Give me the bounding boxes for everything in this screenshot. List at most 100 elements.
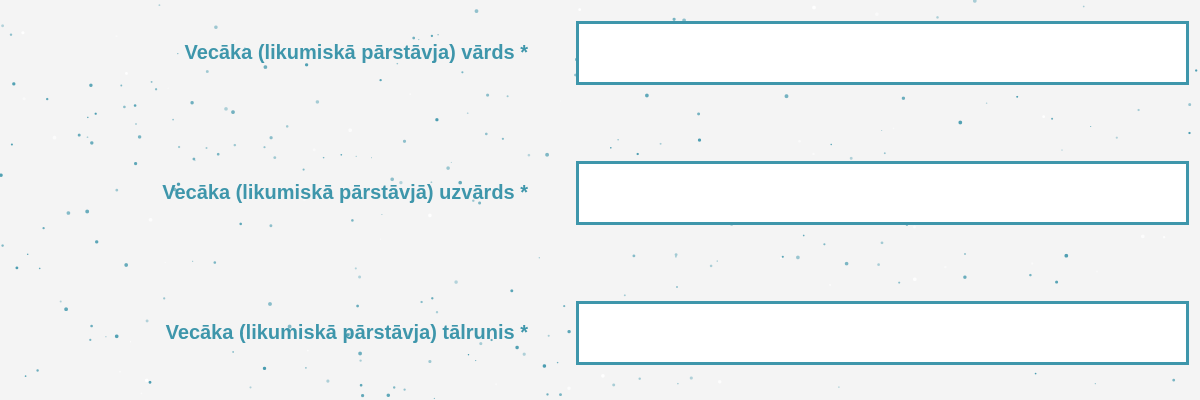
speckle-dot [42, 226, 45, 230]
speckle-dot [913, 225, 916, 229]
speckle-dot [154, 88, 158, 91]
speckle-dot [192, 157, 196, 161]
speckle-dot [849, 156, 853, 160]
speckle-dot [392, 386, 396, 389]
speckle-dot [358, 275, 362, 279]
speckle-dot [213, 261, 217, 264]
speckle-dot [784, 94, 789, 99]
speckle-dot [936, 16, 939, 19]
speckle-dot [1016, 95, 1019, 98]
speckle-dot [780, 257, 782, 259]
speckle-dot [1029, 273, 1032, 277]
speckle-dot [578, 8, 582, 11]
speckle-dot [495, 383, 498, 386]
speckle-dot [164, 261, 166, 264]
speckle-dot [881, 129, 883, 132]
speckle-dot [140, 392, 143, 395]
parent-last-name-input[interactable] [576, 161, 1189, 225]
speckle-dot [1137, 108, 1140, 112]
speckle-dot [898, 281, 901, 284]
speckle-dot [781, 255, 784, 258]
speckle-dot [466, 112, 469, 115]
speckle-dot [1188, 131, 1191, 135]
speckle-dot [1051, 117, 1054, 120]
speckle-dot [875, 12, 879, 16]
speckle-dot [205, 147, 208, 149]
speckle-dot [1034, 372, 1037, 375]
speckle-dot [610, 147, 612, 149]
speckle-dot [263, 146, 266, 149]
speckle-dot [177, 145, 181, 149]
speckle-dot [172, 118, 174, 121]
speckle-dot [659, 142, 662, 145]
speckle-dot [883, 152, 886, 155]
speckle-dot [964, 253, 966, 255]
speckle-dot [877, 263, 880, 266]
speckle-dot [1140, 234, 1145, 239]
speckle-dot [674, 253, 678, 257]
speckle-dot [361, 394, 365, 398]
parent-phone-input[interactable] [576, 301, 1189, 365]
speckle-dot [506, 95, 509, 98]
speckle-dot [190, 101, 194, 105]
speckle-dot [1061, 149, 1063, 151]
speckle-dot [601, 374, 605, 378]
speckle-dot [285, 125, 289, 128]
speckle-dot [1172, 378, 1176, 382]
speckle-dot [124, 263, 129, 267]
speckle-dot [812, 5, 816, 10]
speckle-dot [137, 135, 142, 139]
speckle-dot [812, 152, 815, 156]
speckle-dot [617, 139, 619, 141]
speckle-dot [304, 366, 307, 369]
speckle-dot [1090, 125, 1092, 128]
speckle-dot [409, 93, 411, 95]
speckle-dot [676, 286, 678, 288]
speckle-dot [273, 156, 277, 159]
speckle-dot [901, 96, 906, 100]
speckle-dot [636, 152, 639, 156]
speckle-dot [1115, 136, 1118, 139]
speckle-dot [838, 386, 840, 388]
parent-first-name-row: Vecāka (likumiskā pārstāvja) vārds * [0, 21, 1200, 85]
speckle-dot [1096, 270, 1098, 273]
speckle-dot [269, 136, 273, 140]
speckle-dot [340, 153, 343, 156]
speckle-dot [216, 152, 220, 156]
speckle-dot [486, 93, 490, 97]
speckle-dot [675, 255, 677, 258]
speckle-dot [135, 123, 137, 125]
speckle-dot [10, 143, 13, 146]
speckle-dot [52, 135, 57, 140]
speckle-dot [231, 110, 235, 114]
speckle-dot [119, 370, 121, 373]
speckle-dot [15, 266, 19, 270]
speckle-dot [431, 297, 434, 300]
speckle-dot [94, 112, 97, 115]
speckle-dot [1031, 262, 1034, 265]
speckle-dot [224, 107, 228, 111]
speckle-dot [985, 102, 988, 104]
speckle-dot [326, 379, 330, 383]
speckle-dot [144, 378, 149, 383]
speckle-dot [474, 9, 479, 13]
speckle-dot [312, 148, 316, 152]
speckle-dot [912, 277, 917, 282]
speckle-dot [1082, 5, 1085, 8]
speckle-dot [1055, 280, 1059, 284]
parent-first-name-label: Vecāka (likumiskā pārstāvja) vārds * [184, 42, 528, 64]
speckle-dot [828, 283, 832, 287]
speckle-dot [24, 375, 27, 377]
speckle-dot [355, 155, 357, 158]
speckle-dot [645, 93, 649, 98]
speckle-dot [86, 136, 89, 139]
speckle-dot [233, 143, 237, 147]
speckle-dot [322, 156, 325, 159]
parent-first-name-input[interactable] [576, 21, 1189, 85]
speckle-dot [1188, 103, 1192, 107]
speckle-dot [798, 139, 801, 143]
speckle-dot [167, 87, 169, 89]
speckle-dot [370, 157, 373, 159]
speckle-dot [527, 153, 531, 157]
speckle-dot [559, 393, 562, 397]
